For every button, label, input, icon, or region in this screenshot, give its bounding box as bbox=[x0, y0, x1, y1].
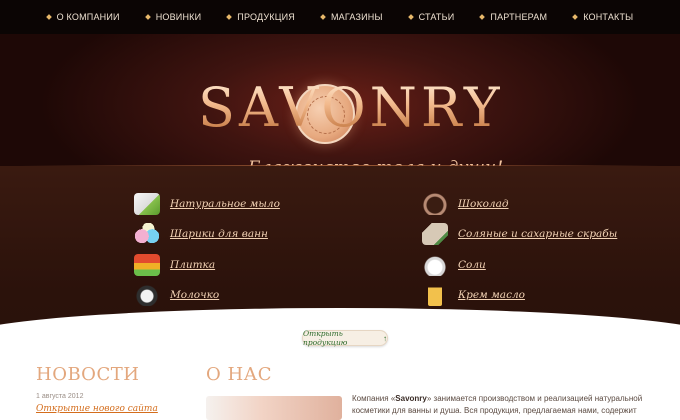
cream-oil-icon bbox=[428, 284, 442, 306]
salts-icon bbox=[422, 254, 448, 276]
site-logo[interactable]: SAVONRY bbox=[198, 76, 504, 139]
product-label: Крем масло bbox=[458, 289, 525, 301]
nav-item-articles[interactable]: СТАТЬИ bbox=[396, 12, 468, 22]
news-heading: НОВОСТИ bbox=[36, 364, 140, 385]
bath-balls-icon bbox=[134, 223, 160, 245]
nav-item-label: НОВИНКИ bbox=[155, 12, 202, 22]
news-date: 1 августа 2012 bbox=[36, 393, 84, 400]
product-item-milk[interactable]: Молочко bbox=[134, 284, 219, 306]
product-item-bath-balls[interactable]: Шарики для ванн bbox=[134, 223, 268, 245]
product-item-scrubs[interactable]: Соляные и сахарные скрабы bbox=[422, 223, 617, 245]
nav-item-new[interactable]: НОВИНКИ bbox=[133, 12, 215, 22]
about-text: Компания «Savonry» занимается производст… bbox=[352, 393, 662, 417]
product-label: Молочко bbox=[170, 289, 220, 301]
bullet-icon bbox=[572, 14, 579, 20]
bullet-icon bbox=[144, 14, 151, 20]
product-item-tile[interactable]: Плитка bbox=[134, 254, 215, 276]
nav-item-label: ПАРТНЕРАМ bbox=[490, 12, 548, 22]
arrow-up-icon: ↑ bbox=[383, 333, 387, 343]
about-heading: О НАС bbox=[206, 364, 273, 385]
about-image bbox=[206, 396, 342, 420]
bullet-icon bbox=[407, 14, 414, 20]
milk-icon bbox=[134, 284, 160, 306]
nav-item-label: МАГАЗИНЫ bbox=[330, 12, 383, 22]
about-text-brand: Savonry bbox=[395, 394, 427, 403]
site-header: SAVONRY Блаженство тела и души! bbox=[0, 34, 680, 178]
scrub-icon bbox=[422, 223, 448, 245]
products-panel bbox=[0, 166, 680, 368]
nav-item-label: О КОМПАНИИ bbox=[56, 12, 120, 22]
top-navigation: О КОМПАНИИ НОВИНКИ ПРОДУКЦИЯ МАГАЗИНЫ СТ… bbox=[0, 0, 680, 34]
nav-item-company[interactable]: О КОМПАНИИ bbox=[34, 12, 133, 22]
open-products-button[interactable]: Открыть продукцию ↑ bbox=[302, 329, 388, 347]
product-label: Натуральное мыло bbox=[170, 198, 280, 210]
tile-icon bbox=[134, 254, 160, 276]
bullet-icon bbox=[320, 14, 326, 20]
bullet-icon bbox=[45, 14, 52, 20]
nav-item-shops[interactable]: МАГАЗИНЫ bbox=[308, 12, 396, 22]
product-label: Соляные и сахарные скрабы bbox=[458, 228, 618, 240]
product-label: Шарики для ванн bbox=[170, 228, 268, 240]
nav-item-label: СТАТЬИ bbox=[418, 12, 455, 22]
about-text-prefix: Компания « bbox=[352, 394, 396, 403]
bullet-icon bbox=[226, 14, 233, 20]
product-item-cream-oil[interactable]: Крем масло bbox=[422, 284, 525, 306]
news-item-link[interactable]: Открытие нового сайта bbox=[36, 404, 158, 414]
product-item-salts[interactable]: Соли bbox=[422, 254, 486, 276]
product-item-natural-soap[interactable]: Натуральное мыло bbox=[134, 193, 280, 215]
open-products-label: Открыть продукцию bbox=[303, 329, 348, 347]
product-label: Шоколад bbox=[458, 198, 509, 210]
nav-item-partners[interactable]: ПАРТНЕРАМ bbox=[467, 12, 560, 22]
nav-item-label: КОНТАКТЫ bbox=[583, 12, 634, 22]
bullet-icon bbox=[479, 14, 486, 20]
nav-item-contacts[interactable]: КОНТАКТЫ bbox=[560, 12, 646, 22]
soap-icon bbox=[134, 193, 160, 215]
nav-item-products[interactable]: ПРОДУКЦИЯ bbox=[214, 12, 308, 22]
product-label: Соли bbox=[458, 259, 486, 271]
chocolate-icon bbox=[422, 193, 448, 215]
product-label: Плитка bbox=[170, 259, 216, 271]
product-item-chocolate[interactable]: Шоколад bbox=[422, 193, 509, 215]
nav-item-label: ПРОДУКЦИЯ bbox=[237, 12, 295, 22]
